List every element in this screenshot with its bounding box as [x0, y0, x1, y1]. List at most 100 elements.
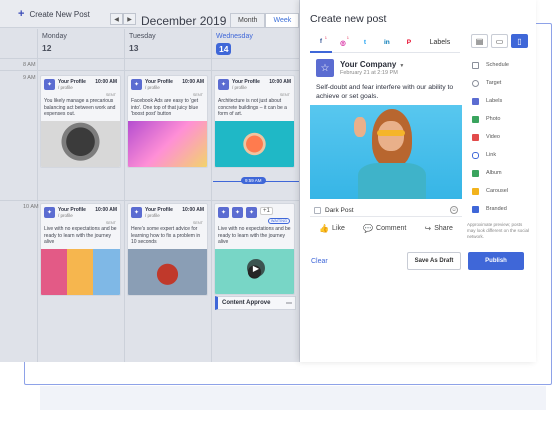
option-video[interactable]: Video: [472, 128, 532, 146]
post-text: Live with no expectations and be ready t…: [44, 226, 117, 245]
profile-handle: / profile: [145, 213, 160, 218]
post-text: You likely manage a precarious balancing…: [44, 98, 116, 117]
post-card[interactable]: ✦ Your Profile / profile 10:00 AM SENT Y…: [40, 75, 121, 168]
option-carousel[interactable]: Carousel: [472, 182, 532, 200]
post-image: [215, 120, 294, 167]
post-card[interactable]: ✦ Your Profile / profile 10:00 AM SENT H…: [127, 203, 208, 296]
option-labels[interactable]: Labels: [472, 92, 532, 110]
option-schedule[interactable]: Schedule: [472, 56, 532, 74]
panel-title: Create new post: [310, 13, 387, 25]
day-name: Tuesday: [129, 33, 156, 40]
view-switch: Month Week: [230, 13, 299, 28]
album-icon: [472, 169, 479, 177]
profile-avatar: ✦: [232, 207, 243, 218]
view-month-button[interactable]: Month: [230, 13, 266, 28]
emoji-icon[interactable]: ☺: [450, 206, 458, 214]
calendar-icon: [472, 61, 479, 69]
post-image: [41, 120, 120, 167]
play-icon[interactable]: ▶: [247, 259, 265, 277]
panel-footer: Clear Save As Draft Publish: [300, 250, 536, 272]
thumbs-up-icon: 👍: [319, 223, 330, 233]
post-options: Schedule Target Labels Photo Video Link …: [472, 56, 532, 218]
tag-icon: [472, 97, 479, 105]
post-time: 10:00 AM: [95, 207, 117, 213]
prev-arrow-icon[interactable]: ◀: [110, 13, 123, 25]
branded-icon: [472, 205, 479, 213]
post-actions: 👍 Like 💬 Comment ↪ Share: [310, 217, 462, 239]
waiting-badge: WAITING: [267, 218, 290, 224]
share-action[interactable]: ↪ Share: [425, 224, 453, 233]
option-target[interactable]: Target: [472, 74, 532, 92]
tab-instagram[interactable]: ◎ 1: [332, 33, 354, 53]
company-logo: ☆: [316, 59, 334, 77]
tab-twitter[interactable]: t: [354, 33, 376, 53]
photo-icon: [472, 115, 479, 123]
profile-avatar: ✦: [218, 79, 229, 90]
save-draft-button[interactable]: Save As Draft: [407, 252, 461, 270]
content-approve-strip[interactable]: Content Approve ⋯: [215, 296, 296, 310]
option-album[interactable]: Album: [472, 164, 532, 182]
tablet-view-icon[interactable]: ▤: [471, 34, 488, 48]
post-text[interactable]: Self-doubt and fear interfere with our a…: [310, 83, 462, 101]
dark-post-checkbox[interactable]: [314, 206, 321, 214]
clear-button[interactable]: Clear: [311, 258, 328, 265]
share-icon: ↪: [424, 223, 432, 233]
desktop-view-icon[interactable]: ▭: [491, 34, 508, 48]
mobile-view-icon[interactable]: ▯: [511, 34, 528, 48]
day-name: Monday: [42, 33, 67, 40]
next-arrow-icon[interactable]: ▶: [123, 13, 136, 25]
more-icon[interactable]: ⋯: [286, 300, 292, 307]
post-photo: [310, 105, 462, 199]
like-action[interactable]: 👍 Like: [319, 224, 345, 233]
linkedin-icon: in: [384, 39, 390, 46]
post-text: Here's some expert advice for learning h…: [131, 226, 201, 245]
post-card[interactable]: ✦ ✦ ✦ +1 WAITING Live with no expectatio…: [214, 203, 295, 295]
extra-profiles-count: +1: [260, 207, 273, 215]
tab-pinterest[interactable]: P: [398, 33, 420, 53]
company-name[interactable]: Your Company ▼: [340, 60, 404, 69]
post-card[interactable]: ✦ Your Profile / profile 10:00 AM SENT L…: [40, 203, 121, 296]
publish-button[interactable]: Publish: [468, 252, 524, 270]
background-shade: [40, 386, 546, 410]
post-card[interactable]: ✦ Your Profile / profile 10:00 AM SENT A…: [214, 75, 295, 168]
dark-post-row: Dark Post ☺: [310, 204, 462, 217]
profile-handle: / profile: [58, 85, 73, 90]
tab-badge: 1: [324, 34, 327, 40]
day-header-monday: Monday 12: [42, 33, 67, 53]
post-preview: ☆ Your Company ▼ February 21 at 2:19 PM S…: [310, 55, 462, 242]
post-time: 10:00 AM: [182, 207, 204, 213]
month-nav: ◀ ▶: [110, 13, 136, 25]
comment-action[interactable]: 💬 Comment: [363, 224, 406, 233]
day-name: Wednesday: [216, 33, 253, 40]
option-branded[interactable]: Branded: [472, 200, 532, 218]
day-number-today: 14: [216, 43, 232, 55]
preview-note: Approximate preview; posts may look diff…: [467, 222, 529, 239]
day-number: 13: [129, 43, 139, 53]
post-time: 10:00 AM: [95, 79, 117, 85]
tab-badge: 1: [346, 34, 349, 40]
grid-line: [0, 200, 299, 201]
calendar-view: + Create New Post ◀ ▶ December 2019 Mont…: [0, 0, 300, 362]
option-photo[interactable]: Photo: [472, 110, 532, 128]
grid-line: [211, 29, 212, 362]
profile-avatar: ✦: [246, 207, 257, 218]
status-badge: SENT: [192, 93, 203, 97]
pinterest-icon: P: [406, 39, 412, 46]
profile-handle: / profile: [58, 213, 73, 218]
tab-facebook[interactable]: f 1: [310, 33, 332, 53]
twitter-icon: t: [363, 39, 366, 46]
option-link[interactable]: Link: [472, 146, 532, 164]
profile-handle: / profile: [232, 85, 247, 90]
post-image: [128, 248, 207, 295]
status-badge: SENT: [279, 93, 290, 97]
profile-avatar: ✦: [131, 79, 142, 90]
plus-icon: +: [18, 8, 25, 20]
profile-avatar: ✦: [131, 207, 142, 218]
create-new-post-button[interactable]: + Create New Post: [18, 8, 90, 20]
view-week-button[interactable]: Week: [265, 13, 299, 28]
tab-labels[interactable]: Labels: [420, 33, 460, 53]
profile-avatar: ✦: [218, 207, 229, 218]
tab-linkedin[interactable]: in: [376, 33, 398, 53]
post-card[interactable]: ✦ Your Profile / profile 10:00 AM SENT F…: [127, 75, 208, 168]
grid-line: [37, 29, 38, 362]
